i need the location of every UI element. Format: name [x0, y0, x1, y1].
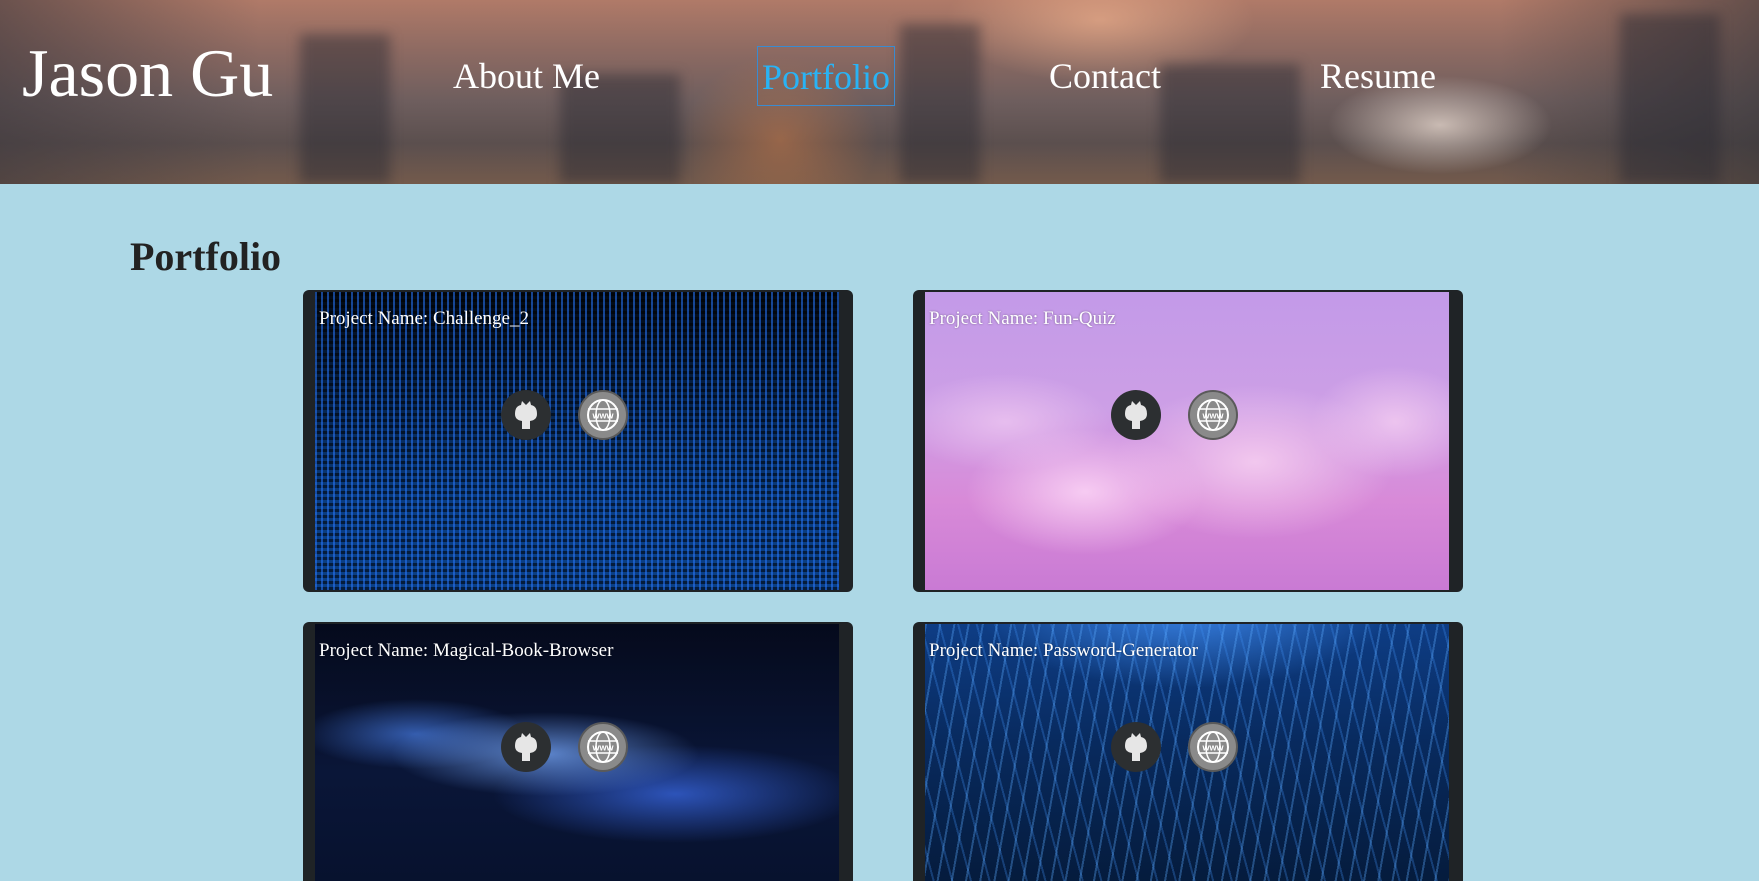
nav-portfolio[interactable]: Portfolio	[757, 46, 896, 106]
site-brand: Jason Gu	[22, 35, 274, 111]
svg-text:www: www	[591, 411, 614, 421]
project-name: Project Name: Challenge_2	[319, 308, 529, 329]
nav-resume[interactable]: Resume	[1316, 46, 1440, 106]
website-icon[interactable]: www	[1188, 722, 1238, 772]
github-icon[interactable]	[1111, 722, 1161, 772]
svg-text:www: www	[1201, 743, 1224, 753]
nav-about-me[interactable]: About Me	[449, 46, 604, 106]
project-image	[925, 292, 1449, 590]
website-icon[interactable]: www	[1188, 390, 1238, 440]
svg-text:www: www	[1201, 411, 1224, 421]
project-card-magical-book-browser[interactable]: Project Name: Magical-Book-Browser www	[303, 622, 853, 881]
project-card-password-generator[interactable]: Project Name: Password-Generator www	[913, 622, 1463, 881]
section-title: Portfolio	[130, 234, 282, 279]
website-icon[interactable]: www	[578, 722, 628, 772]
project-card-fun-quiz[interactable]: Project Name: Fun-Quiz www	[913, 290, 1463, 592]
website-icon[interactable]: www	[578, 390, 628, 440]
project-name: Project Name: Password-Generator	[929, 640, 1199, 661]
project-image	[315, 292, 839, 590]
svg-text:www: www	[591, 743, 614, 753]
project-name: Project Name: Fun-Quiz	[929, 308, 1116, 329]
github-icon[interactable]	[501, 722, 551, 772]
nav-contact[interactable]: Contact	[1045, 46, 1165, 106]
github-icon[interactable]	[501, 390, 551, 440]
site-header: Jason Gu About Me Portfolio Contact Resu…	[0, 0, 1759, 184]
github-icon[interactable]	[1111, 390, 1161, 440]
project-card-challenge-2[interactable]: Project Name: Challenge_2 www	[303, 290, 853, 592]
project-name: Project Name: Magical-Book-Browser	[319, 640, 614, 661]
